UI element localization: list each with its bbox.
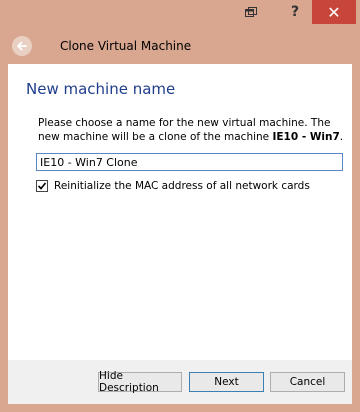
page-title: New machine name [26, 80, 176, 98]
hide-description-button[interactable]: Hide Description [98, 370, 182, 394]
page-description: Please choose a name for the new virtual… [38, 116, 354, 144]
reinit-mac-label: Reinitialize the MAC address of all netw… [54, 180, 310, 192]
close-button[interactable]: ✕ [312, 0, 356, 24]
description-end: . [339, 131, 344, 143]
reinit-mac-checkbox[interactable] [36, 180, 48, 192]
reinit-mac-option[interactable]: Reinitialize the MAC address of all netw… [36, 180, 310, 192]
cancel-button[interactable]: Cancel [270, 372, 345, 392]
back-arrow-icon [17, 41, 27, 51]
wizard-content [8, 64, 352, 360]
close-icon: ✕ [327, 2, 341, 22]
source-machine-name: IE10 - Win7 [272, 131, 340, 143]
help-button[interactable]: ? [280, 0, 310, 24]
machine-name-input[interactable] [36, 153, 343, 171]
checkmark-icon [37, 182, 47, 190]
next-button[interactable]: Next [189, 372, 264, 392]
back-button[interactable] [12, 36, 32, 56]
window-title: Clone Virtual Machine [60, 39, 192, 53]
restore-icon [245, 7, 257, 17]
restore-button[interactable] [236, 0, 266, 24]
